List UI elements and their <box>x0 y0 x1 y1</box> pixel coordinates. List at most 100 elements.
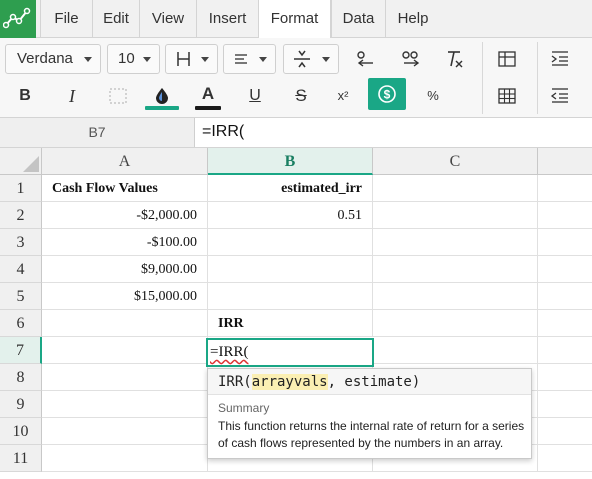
percent-button[interactable]: % <box>418 81 448 111</box>
fill-color-icon <box>156 88 168 104</box>
menu-data[interactable]: Data <box>331 0 385 38</box>
strikethrough-icon: S <box>295 86 307 105</box>
cell-a6[interactable] <box>42 310 208 337</box>
valign-dropdown[interactable] <box>283 44 339 74</box>
row-header-7[interactable]: 7 <box>0 337 42 364</box>
cell-a10[interactable] <box>42 418 208 445</box>
cell-c4[interactable] <box>373 256 538 283</box>
decrease-decimals-button[interactable] <box>350 44 380 74</box>
merge-icon <box>109 88 127 104</box>
indent-button[interactable] <box>545 44 575 74</box>
cell-c6[interactable] <box>373 310 538 337</box>
cell-c7[interactable] <box>373 337 538 364</box>
cell-a9[interactable] <box>42 391 208 418</box>
row-header-2[interactable]: 2 <box>0 202 42 229</box>
bold-button[interactable]: B <box>10 81 40 111</box>
cell-a8[interactable] <box>42 364 208 391</box>
chart-logo-icon <box>3 7 31 29</box>
table-button[interactable] <box>492 44 522 74</box>
indent-icon <box>551 51 568 66</box>
cell-b2[interactable]: 0.51 <box>208 202 373 229</box>
cell-d7[interactable] <box>538 337 592 364</box>
cell-d4[interactable] <box>538 256 592 283</box>
cell-d11[interactable] <box>538 445 592 472</box>
cell-b5[interactable] <box>208 283 373 310</box>
cell-d8[interactable] <box>538 364 592 391</box>
active-cell-b7[interactable]: =IRR( <box>206 338 374 367</box>
cell-b6[interactable]: IRR <box>208 310 373 337</box>
cell-c1[interactable] <box>373 175 538 202</box>
cell-d1[interactable] <box>538 175 592 202</box>
strikethrough-button[interactable]: S <box>286 81 316 111</box>
function-signature[interactable]: IRR(arrayvals, estimate) <box>208 369 531 395</box>
underline-button[interactable]: U <box>240 81 270 111</box>
outdent-icon <box>550 88 568 103</box>
italic-icon: I <box>69 86 75 106</box>
row-header-11[interactable]: 11 <box>0 445 42 472</box>
row-header-3[interactable]: 3 <box>0 229 42 256</box>
cell-b3[interactable] <box>208 229 373 256</box>
row-header-4[interactable]: 4 <box>0 256 42 283</box>
menu-file[interactable]: File <box>40 0 92 38</box>
cell-d2[interactable] <box>538 202 592 229</box>
cell-a2[interactable]: -$2,000.00 <box>42 202 208 229</box>
cell-c3[interactable] <box>373 229 538 256</box>
cell-c2[interactable] <box>373 202 538 229</box>
cell-a1[interactable]: Cash Flow Values <box>42 175 208 202</box>
cell-a4[interactable]: $9,000.00 <box>42 256 208 283</box>
chevron-down-icon <box>143 57 151 62</box>
cell-a5[interactable]: $15,000.00 <box>42 283 208 310</box>
cell-d9[interactable] <box>538 391 592 418</box>
cell-d3[interactable] <box>538 229 592 256</box>
font-family-dropdown[interactable]: Verdana <box>5 44 101 74</box>
grid-lines-button[interactable] <box>492 81 522 111</box>
column-header-b[interactable]: B <box>208 148 373 175</box>
italic-button[interactable]: I <box>57 81 87 111</box>
underline-icon: U <box>249 87 261 104</box>
column-header-a[interactable]: A <box>42 148 208 175</box>
cell-a11[interactable] <box>42 445 208 472</box>
function-summary-title: Summary <box>218 401 270 415</box>
cell-a7[interactable] <box>42 337 208 364</box>
row-header-9[interactable]: 9 <box>0 391 42 418</box>
active-cell-editor[interactable]: =IRR( <box>210 340 248 364</box>
row-header-8[interactable]: 8 <box>0 364 42 391</box>
outdent-button[interactable] <box>545 81 575 111</box>
cell-d10[interactable] <box>538 418 592 445</box>
borders-dropdown[interactable] <box>165 44 218 74</box>
clear-format-button[interactable] <box>440 44 470 74</box>
cell-a3[interactable]: -$100.00 <box>42 229 208 256</box>
increase-decimals-button[interactable] <box>395 44 425 74</box>
row-header-10[interactable]: 10 <box>0 418 42 445</box>
cell-d6[interactable] <box>538 310 592 337</box>
column-header-d[interactable] <box>538 148 592 175</box>
row-header-6[interactable]: 6 <box>0 310 42 337</box>
font-size-value: 10 <box>118 50 135 67</box>
merge-cells-button[interactable] <box>103 81 133 111</box>
menu-view[interactable]: View <box>139 0 196 38</box>
borders-icon <box>177 52 190 66</box>
cell-d5[interactable] <box>538 283 592 310</box>
cell-c5[interactable] <box>373 283 538 310</box>
currency-button[interactable]: $ <box>368 78 406 110</box>
select-all-corner[interactable] <box>0 148 42 175</box>
increase-decimals-icon <box>402 51 420 67</box>
name-box[interactable]: B7 <box>0 118 195 147</box>
cell-b1[interactable]: estimated_irr <box>208 175 373 202</box>
menu-format[interactable]: Format <box>258 0 331 39</box>
currency-icon: $ <box>378 85 396 103</box>
menu-insert[interactable]: Insert <box>196 0 258 38</box>
text-color-button[interactable]: A <box>193 79 223 109</box>
cell-b4[interactable] <box>208 256 373 283</box>
column-header-c[interactable]: C <box>373 148 538 175</box>
superscript-icon: x² <box>337 88 349 103</box>
superscript-button[interactable]: x² <box>328 81 358 111</box>
font-size-dropdown[interactable]: 10 <box>107 44 160 74</box>
row-header-5[interactable]: 5 <box>0 283 42 310</box>
align-dropdown[interactable] <box>223 44 276 74</box>
menu-edit[interactable]: Edit <box>92 0 139 38</box>
formula-input[interactable]: =IRR( <box>202 118 244 147</box>
grid-icon <box>498 88 516 104</box>
menu-help[interactable]: Help <box>385 0 440 38</box>
row-header-1[interactable]: 1 <box>0 175 42 202</box>
